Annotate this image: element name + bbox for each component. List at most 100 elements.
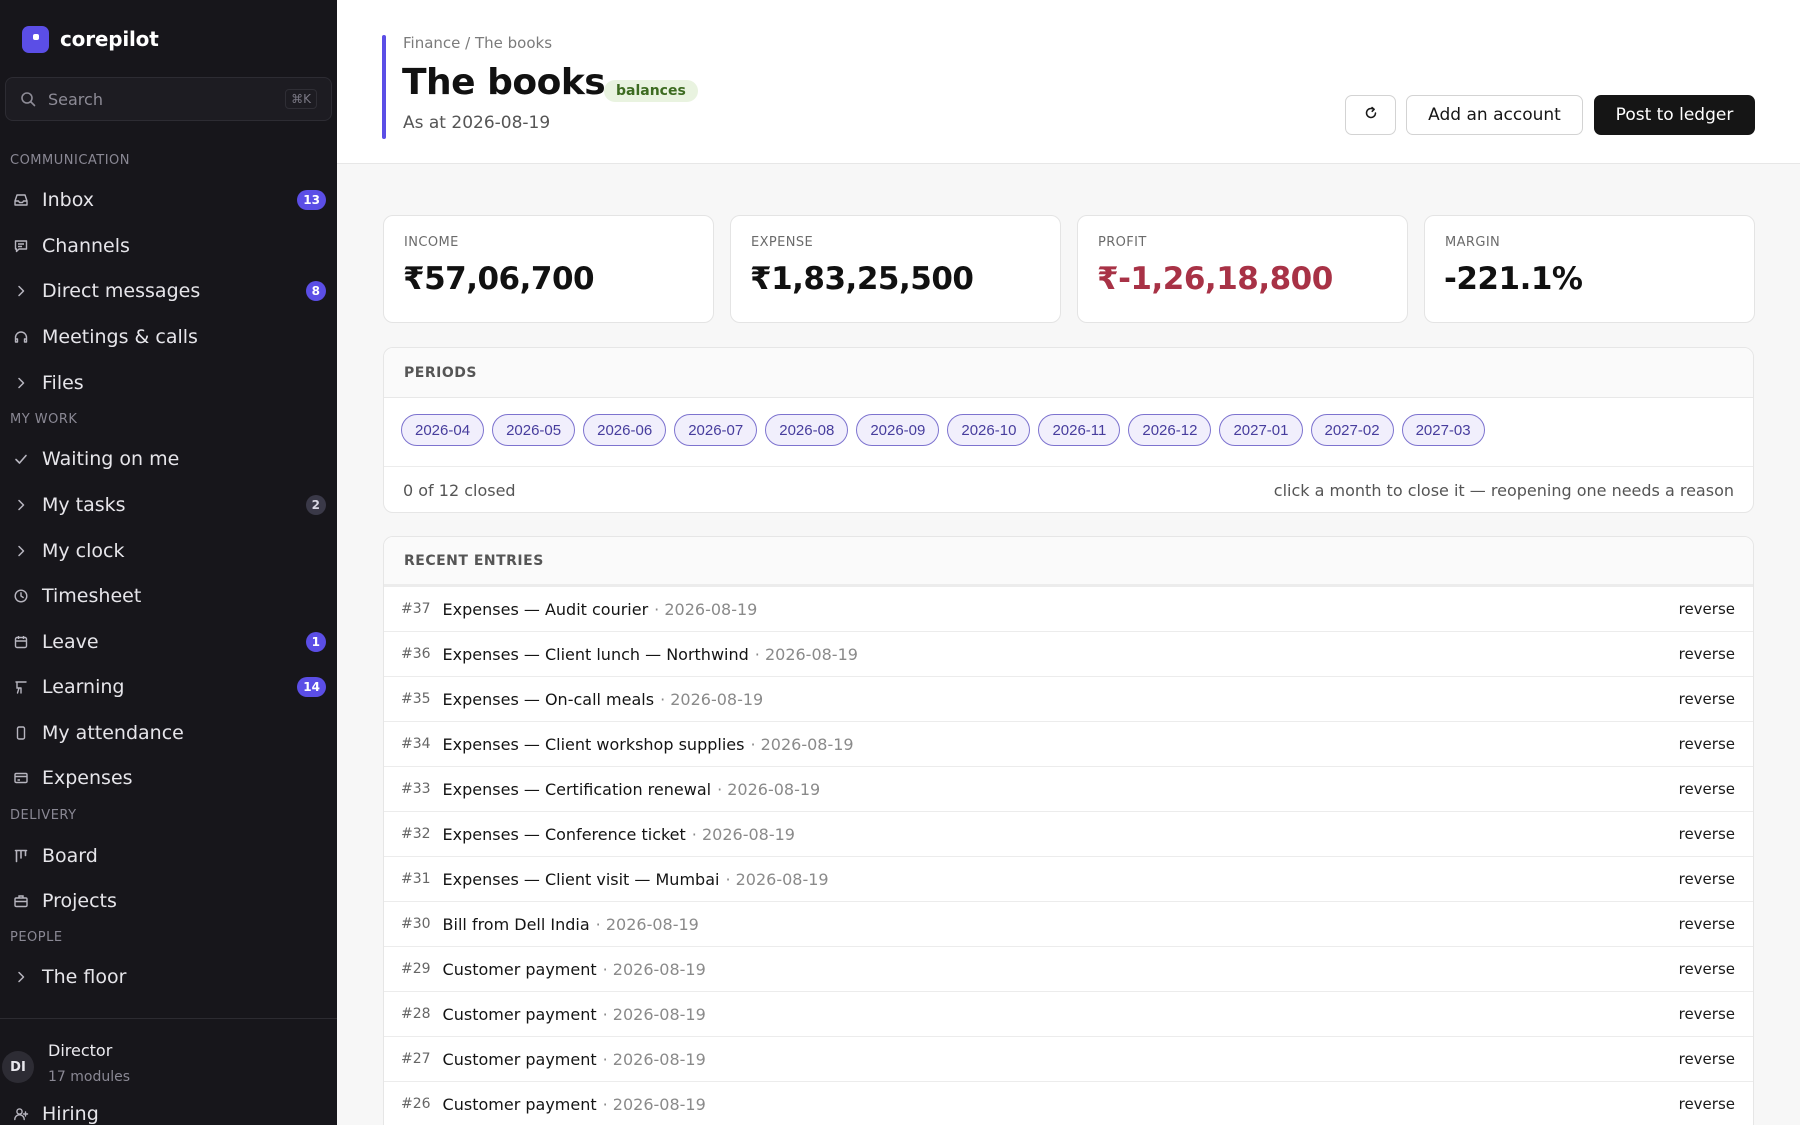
sidebar-item-expenses[interactable]: Expenses — [10, 760, 330, 796]
sidebar-item-label: Expenses — [42, 767, 133, 789]
table-row: #27 Customer payment · 2026-08-19 revers… — [384, 1037, 1753, 1082]
sidebar-item-files[interactable]: Files — [10, 365, 330, 401]
section-delivery: DELIVERY — [10, 808, 77, 823]
entry-description: Expenses — Audit courier — [442, 599, 649, 619]
period-pill[interactable]: 2026-11 — [1038, 414, 1121, 446]
chevron-right-icon — [10, 540, 32, 562]
table-row: #37 Expenses — Audit courier · 2026-08-1… — [384, 587, 1753, 632]
entry-description: Customer payment — [442, 1094, 597, 1114]
sidebar-item-direct-messages[interactable]: Direct messages 8 — [10, 273, 330, 309]
refresh-button[interactable] — [1345, 95, 1396, 135]
period-pill[interactable]: 2027-02 — [1310, 414, 1394, 446]
table-row: #28 Customer payment · 2026-08-19 revers… — [384, 992, 1753, 1037]
reverse-button[interactable]: reverse — [1679, 1095, 1735, 1113]
page-subtitle: As at 2026-08-19 — [403, 113, 551, 133]
entry-date: · 2026-08-19 — [654, 599, 758, 619]
sidebar-item-board[interactable]: Board — [10, 838, 330, 874]
entry-id: #37 — [401, 601, 431, 617]
sidebar-item-projects[interactable]: Projects — [10, 883, 330, 919]
entry-description: Expenses — Client workshop supplies — [442, 734, 745, 754]
entry-description: Bill from Dell India — [442, 914, 590, 934]
entry-date: · 2026-08-19 — [595, 914, 699, 934]
entry-description: Expenses — Client lunch — Northwind — [442, 644, 749, 664]
sidebar-item-hiring[interactable]: Hiring — [10, 1096, 330, 1125]
period-pill[interactable]: 2026-08 — [765, 414, 849, 446]
kpi-label: EXPENSE — [751, 235, 814, 250]
entry-date: · 2026-08-19 — [602, 1049, 706, 1069]
avatar[interactable]: DI — [2, 1051, 34, 1083]
period-pill[interactable]: 2027-01 — [1219, 414, 1303, 446]
period-pill[interactable]: 2026-07 — [674, 414, 758, 446]
periods-panel: PERIODS 2026-04 2026-05 2026-06 2026-07 … — [383, 347, 1754, 513]
chevron-right-icon — [10, 280, 32, 302]
reverse-button[interactable]: reverse — [1679, 780, 1735, 798]
calendar-icon — [10, 631, 32, 653]
reverse-button[interactable]: reverse — [1679, 1050, 1735, 1068]
refresh-icon — [1363, 105, 1379, 126]
periods-hint: click a month to close it — reopening on… — [1273, 481, 1734, 500]
sidebar-item-label: Waiting on me — [42, 448, 180, 470]
reverse-button[interactable]: reverse — [1679, 825, 1735, 843]
reverse-button[interactable]: reverse — [1679, 600, 1735, 618]
table-row: #29 Customer payment · 2026-08-19 revers… — [384, 947, 1753, 992]
period-pill[interactable]: 2026-06 — [583, 414, 667, 446]
sidebar-item-timesheet[interactable]: Timesheet — [10, 578, 330, 614]
brand[interactable]: corepilot — [22, 25, 159, 53]
sidebar-divider — [0, 1018, 337, 1019]
clock-icon — [10, 585, 32, 607]
sidebar-item-label: My tasks — [42, 494, 126, 516]
sidebar-item-leave[interactable]: Leave 1 — [10, 624, 330, 660]
post-to-ledger-button[interactable]: Post to ledger — [1594, 95, 1755, 135]
table-row: #34 Expenses — Client workshop supplies … — [384, 722, 1753, 767]
unread-badge: 8 — [305, 281, 326, 301]
corepilot-logo-icon — [22, 25, 49, 53]
app-name: corepilot — [60, 27, 159, 51]
table-row: #31 Expenses — Client visit — Mumbai · 2… — [384, 857, 1753, 902]
reverse-button[interactable]: reverse — [1679, 1005, 1735, 1023]
page-header: Finance / The books The books balances A… — [337, 0, 1800, 164]
entry-description: Customer payment — [442, 959, 597, 979]
entry-id: #33 — [401, 781, 431, 797]
breadcrumb[interactable]: Finance / The books — [403, 34, 552, 52]
sidebar-item-inbox[interactable]: Inbox 13 — [10, 182, 330, 218]
period-pill[interactable]: 2027-03 — [1401, 414, 1485, 446]
entry-description: Customer payment — [442, 1049, 597, 1069]
sidebar-item-label: Timesheet — [42, 585, 142, 607]
sidebar-item-meetings-calls[interactable]: Meetings & calls — [10, 319, 330, 355]
phone-icon — [10, 722, 32, 744]
entry-id: #29 — [401, 961, 431, 977]
sidebar-item-my-attendance[interactable]: My attendance — [10, 715, 330, 751]
reverse-button[interactable]: reverse — [1679, 690, 1735, 708]
reverse-button[interactable]: reverse — [1679, 915, 1735, 933]
sidebar-item-label: My attendance — [42, 722, 184, 744]
count-badge: 2 — [305, 495, 326, 515]
section-communication: COMMUNICATION — [10, 153, 131, 168]
sidebar-item-the-floor[interactable]: The floor — [10, 959, 330, 995]
sidebar-item-learning[interactable]: Learning 14 — [10, 669, 330, 705]
sidebar: corepilot ⌘K COMMUNICATION Inbox 13 Chan… — [0, 0, 337, 1125]
period-pill[interactable]: 2026-10 — [947, 414, 1031, 446]
reverse-button[interactable]: reverse — [1679, 960, 1735, 978]
kpi-label: MARGIN — [1445, 235, 1501, 250]
unread-badge: 13 — [297, 190, 326, 210]
sidebar-item-my-tasks[interactable]: My tasks 2 — [10, 487, 330, 523]
search-icon — [20, 91, 36, 107]
sidebar-item-my-clock[interactable]: My clock — [10, 533, 330, 569]
page-title: The books — [402, 62, 606, 103]
kpi-label: PROFIT — [1098, 235, 1147, 250]
period-pill[interactable]: 2026-04 — [401, 414, 485, 446]
reverse-button[interactable]: reverse — [1679, 870, 1735, 888]
entry-description: Expenses — Conference ticket — [442, 824, 686, 844]
period-pill[interactable]: 2026-12 — [1128, 414, 1212, 446]
briefcase-icon — [10, 890, 32, 912]
entry-id: #35 — [401, 691, 431, 707]
card-icon — [10, 767, 32, 789]
reverse-button[interactable]: reverse — [1679, 735, 1735, 753]
period-pill[interactable]: 2026-05 — [492, 414, 576, 446]
search-input[interactable] — [48, 89, 286, 109]
sidebar-item-channels[interactable]: Channels — [10, 228, 330, 264]
add-account-button[interactable]: Add an account — [1406, 95, 1583, 135]
sidebar-item-waiting-on-me[interactable]: Waiting on me — [10, 441, 330, 477]
reverse-button[interactable]: reverse — [1679, 645, 1735, 663]
period-pill[interactable]: 2026-09 — [856, 414, 940, 446]
